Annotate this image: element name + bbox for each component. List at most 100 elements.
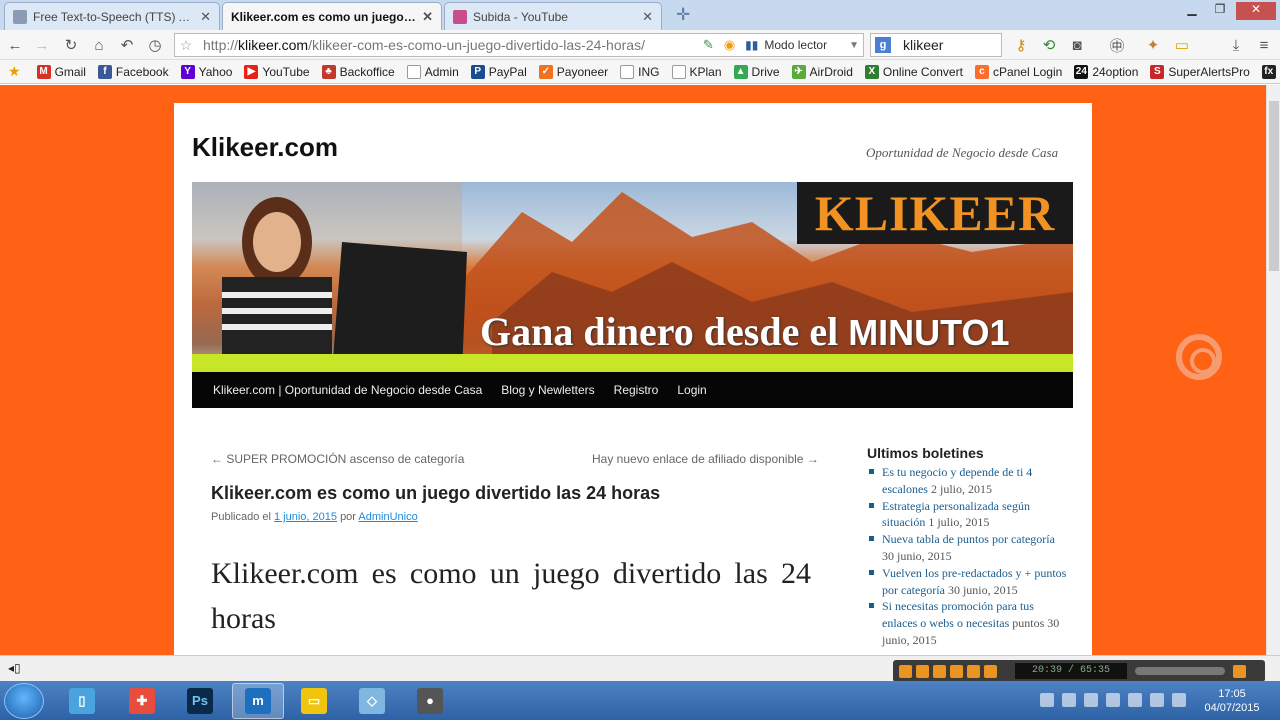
close-tab-icon[interactable]: ✕ — [200, 9, 211, 25]
bookmark-item[interactable]: ING — [620, 64, 660, 79]
prev-icon[interactable] — [950, 664, 963, 678]
bookmark-item[interactable]: c cPanel Login — [974, 64, 1062, 79]
scrollbar-thumb[interactable] — [1269, 101, 1279, 271]
tab-youtube[interactable]: Subida - YouTube ✕ — [444, 2, 662, 30]
bookmark-item[interactable]: fxFPros — [1261, 64, 1280, 79]
taskbar-clock[interactable]: 17:05 04/07/2015 — [1196, 687, 1268, 715]
prev-post-link[interactable]: ← SUPER PROMOCIÓN ascenso de categoría — [211, 452, 464, 466]
translate-icon[interactable]: ⟲ — [1039, 35, 1059, 55]
sidebar-post-link[interactable]: Nueva tabla de puntos por categoría — [882, 532, 1055, 546]
tab-tts[interactable]: Free Text-to-Speech (TTS) Avat... ✕ — [4, 2, 220, 30]
sidebar-toggle-icon[interactable]: ◂▯ — [8, 661, 21, 675]
key-icon[interactable]: ⚷ — [1011, 35, 1031, 55]
start-button[interactable] — [4, 683, 44, 719]
bookmark-item[interactable]: Admin — [406, 64, 459, 79]
bookmark-favicon-icon: f — [97, 64, 112, 79]
tray-arrow-icon[interactable] — [1062, 693, 1076, 707]
bookmark-favicon-icon: ✈ — [791, 64, 806, 79]
tab-klikeer[interactable]: Klikeer.com es como un juego div... ✕ — [222, 2, 442, 31]
nav-blog[interactable]: Blog y Newletters — [501, 383, 594, 397]
network-icon[interactable] — [1128, 693, 1142, 707]
bookmark-item[interactable]: S SuperAlertsPro — [1150, 64, 1250, 79]
maximize-icon[interactable]: ❐ — [1206, 2, 1234, 20]
bookmark-item[interactable]: Y Yahoo — [180, 64, 232, 79]
post-author-link[interactable]: AdminUnico — [358, 511, 417, 523]
minimize-icon[interactable]: ▁ — [1178, 2, 1206, 20]
pause-icon[interactable] — [916, 664, 929, 678]
taskbar-app-2[interactable]: ✚ — [116, 683, 168, 719]
sidebar-post-date: 1 julio, 2015 — [928, 515, 990, 530]
bookmark-item[interactable]: f Facebook — [97, 64, 169, 79]
bookmark-item[interactable]: ✓ Payoneer — [538, 64, 608, 79]
player-volume-slider[interactable] — [1135, 667, 1225, 675]
nav-login[interactable]: Login — [677, 383, 706, 397]
player-close-icon[interactable] — [1233, 664, 1246, 678]
bookmark-item[interactable]: ✈ AirDroid — [791, 64, 853, 79]
taskbar-recorder[interactable]: ● — [404, 683, 456, 719]
play-icon[interactable] — [899, 664, 912, 678]
playlist-icon[interactable] — [984, 664, 997, 678]
taskbar-app-6[interactable]: ◇ — [346, 683, 398, 719]
bookmark-item[interactable]: M Gmail — [36, 64, 86, 79]
post-title[interactable]: Klikeer.com es como un juego divertido l… — [211, 483, 660, 504]
bookmark-favicon-icon — [620, 64, 635, 79]
bookmark-favicon-icon: Y — [180, 64, 195, 79]
chevron-down-icon[interactable]: ▼ — [849, 40, 859, 51]
next-icon[interactable] — [967, 664, 980, 678]
history-icon[interactable]: ◷ — [145, 35, 165, 55]
stop-icon[interactable] — [933, 664, 946, 678]
google-icon[interactable]: g — [875, 37, 891, 53]
camera-icon[interactable]: ◙ — [1067, 35, 1087, 55]
bookmark-item[interactable]: P PayPal — [470, 64, 527, 79]
taskbar-explorer[interactable]: ▭ — [288, 683, 340, 719]
bookmark-item[interactable]: ▲ Drive — [733, 64, 780, 79]
bookmark-favicon-icon: ▶ — [244, 64, 259, 79]
tray-app-icon[interactable] — [1084, 693, 1098, 707]
keyboard-icon[interactable] — [1040, 693, 1054, 707]
bookmark-star-icon[interactable]: ☆ — [175, 37, 197, 54]
nav-home[interactable]: Klikeer.com | Oportunidad de Negocio des… — [213, 383, 482, 397]
clock-date: 04/07/2015 — [1204, 702, 1260, 714]
broom-icon[interactable]: ✦ — [1143, 35, 1163, 55]
site-title[interactable]: Klikeer.com — [192, 132, 338, 163]
taskbar-photoshop[interactable]: Ps — [174, 683, 226, 719]
taskbar-maxthon[interactable]: m — [232, 683, 284, 719]
close-tab-icon[interactable]: ✕ — [422, 9, 433, 25]
bookmark-item[interactable]: 24 24option — [1074, 64, 1138, 79]
tray-tool-icon[interactable] — [1106, 693, 1120, 707]
bookmark-item[interactable]: KPlan — [671, 64, 722, 79]
close-window-icon[interactable]: ✕ — [1236, 2, 1276, 20]
nav-registro[interactable]: Registro — [614, 383, 659, 397]
undo-close-icon[interactable]: ↶ — [117, 35, 137, 55]
bookmark-item[interactable]: ♣ Backoffice — [321, 64, 395, 79]
download-icon[interactable]: ⤓ — [1226, 35, 1246, 55]
bookmark-item[interactable]: X Online Convert — [864, 64, 963, 79]
back-icon[interactable]: ← — [5, 35, 25, 55]
search-input[interactable]: klikeer — [903, 37, 943, 53]
reader-mode-button[interactable]: ▮▮ Modo lector — [745, 38, 827, 52]
address-bar[interactable]: ☆ http://klikeer.com/klikeer-com-es-como… — [174, 33, 864, 57]
next-post-link[interactable]: Hay nuevo enlace de afiliado disponible … — [592, 452, 819, 466]
forward-icon[interactable]: → — [32, 35, 52, 55]
home-icon[interactable]: ⌂ — [89, 35, 109, 55]
bookmarks-list: M Gmail f Facebook Y Yahoo ▶ YouTube ♣ Backoffice… — [36, 64, 1280, 79]
url-text[interactable]: http://klikeer.com/klikeer-com-es-como-u… — [197, 37, 703, 53]
battery-icon[interactable] — [1150, 693, 1164, 707]
volume-icon[interactable] — [1172, 693, 1186, 707]
bookmark-favicon-icon: M — [36, 64, 51, 79]
bookmark-item[interactable]: ▶ YouTube — [244, 64, 310, 79]
reload-icon[interactable]: ↻ — [61, 35, 81, 55]
rss-icon[interactable]: ◉ — [724, 37, 735, 53]
window-icon[interactable]: ▭ — [1172, 35, 1192, 55]
language-icon[interactable]: ㊥ — [1107, 35, 1127, 55]
new-tab-icon[interactable]: ✛ — [676, 5, 690, 25]
vertical-scrollbar[interactable] — [1266, 85, 1280, 655]
extension-icon[interactable]: ✎ — [703, 37, 714, 53]
close-tab-icon[interactable]: ✕ — [642, 9, 653, 25]
menu-icon[interactable]: ≡ — [1254, 35, 1274, 55]
sidebar-post-date: 30 junio, 2015 — [882, 548, 952, 563]
search-box[interactable]: g klikeer — [870, 33, 1002, 57]
post-date-link[interactable]: 1 junio, 2015 — [274, 511, 337, 523]
taskbar-app-1[interactable]: ▯ — [56, 683, 108, 719]
bookmarks-star-icon[interactable]: ★ — [8, 63, 21, 80]
